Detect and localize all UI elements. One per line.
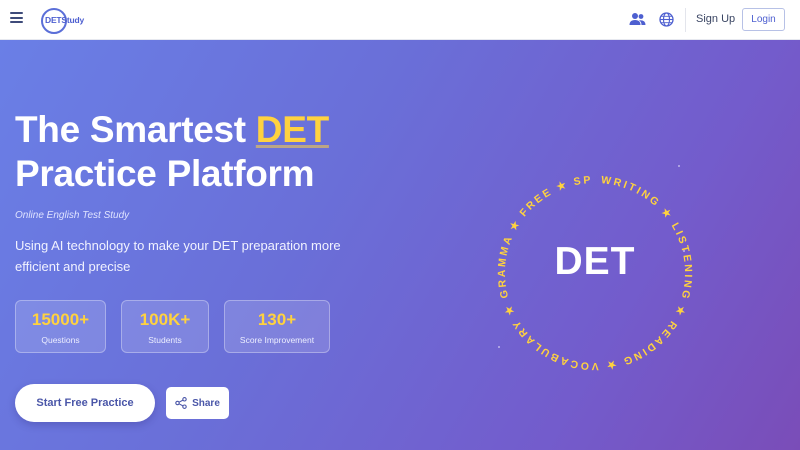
hero-title-prefix: The Smartest (15, 109, 256, 150)
stat-label: Students (148, 335, 182, 345)
sparkle-dot (678, 165, 680, 167)
stat-card-score-improvement: 130+ Score Improvement (224, 300, 330, 353)
share-label: Share (192, 397, 220, 409)
hero-title-accent: DET (255, 109, 329, 150)
hero-title: The Smartest DET Practice Platform (15, 108, 435, 196)
hero-section: The Smartest DET Practice Platform Onlin… (0, 40, 800, 450)
share-icon (175, 397, 187, 409)
hero-tagline: Online English Test Study (15, 210, 130, 221)
stat-label: Score Improvement (239, 335, 315, 345)
header-divider (685, 8, 686, 32)
start-free-practice-button[interactable]: Start Free Practice (15, 384, 155, 422)
top-navbar: DETStudy Sign Up Login (0, 0, 800, 40)
sign-up-link[interactable]: Sign Up (696, 13, 735, 25)
stat-label: Questions (41, 335, 80, 345)
share-button[interactable]: Share (166, 387, 229, 419)
ring-center-label: DET (554, 240, 636, 283)
users-icon[interactable] (629, 12, 646, 26)
login-button[interactable]: Login (742, 8, 785, 31)
stat-value: 100K+ (139, 310, 191, 329)
logo-text[interactable]: DETStudy (45, 15, 84, 25)
globe-icon[interactable] (659, 12, 674, 27)
menu-icon[interactable] (10, 12, 24, 26)
stat-value: 130+ (257, 310, 297, 329)
hero-title-line2: Practice Platform (15, 153, 315, 194)
stat-card-questions: 15000+ Questions (15, 300, 106, 353)
stat-value: 15000+ (31, 310, 90, 329)
stat-card-students: 100K+ Students (121, 300, 209, 353)
hero-description: Using AI technology to make your DET pre… (15, 238, 341, 274)
